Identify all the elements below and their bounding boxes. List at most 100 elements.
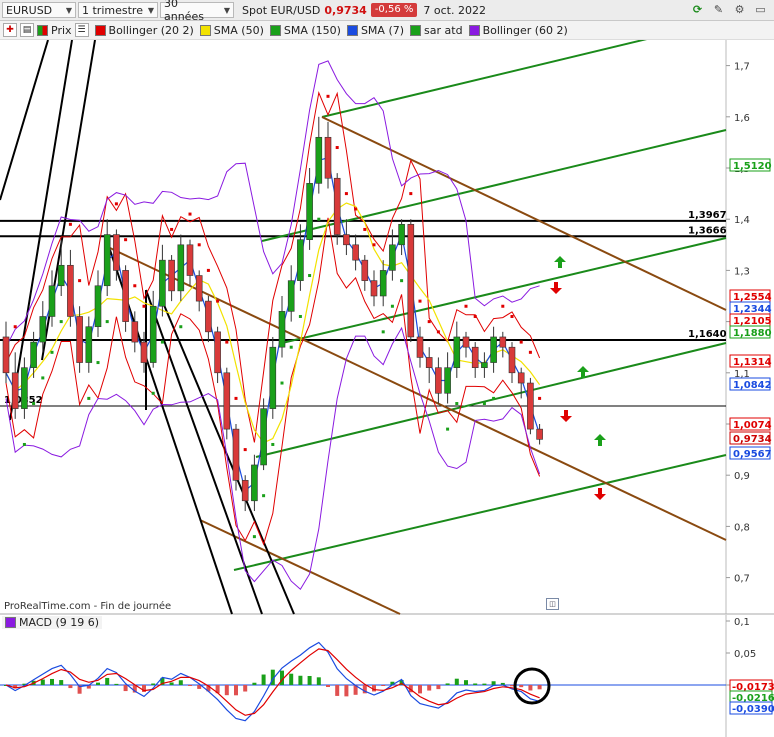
chevron-down-icon: ▼: [223, 5, 230, 15]
price-tag: 1,1880: [729, 325, 772, 339]
trendline: [0, 39, 49, 201]
sar-dot: [68, 222, 72, 226]
macd-pane: [0, 615, 726, 737]
toolbar: EURUSD ▼ 1 trimestre ▼ 30 années ▼ Spot EUR…: [0, 0, 774, 23]
indicator-item[interactable]: Bollinger (20 2): [94, 24, 194, 37]
candle-body: [251, 464, 258, 502]
indicator-label: Bollinger (60 2): [482, 23, 568, 37]
candle-body: [30, 341, 37, 368]
drawing-tool-icon[interactable]: ✎: [711, 2, 726, 17]
sar-dot: [519, 340, 523, 344]
candle-body: [232, 428, 240, 481]
range-select[interactable]: 30 années ▼: [160, 0, 234, 23]
indicator-bar: ✚ ▤ Prix ☰ Bollinger (20 2) SMA (50) SMA…: [0, 21, 774, 40]
macd-histogram-bar: [96, 682, 100, 685]
price-chart[interactable]: 1,71,61,51,41,31,21,110,90,80,71,39671,3…: [0, 0, 774, 737]
sar-dot: [105, 320, 109, 324]
sar-dot: [262, 494, 266, 498]
list-icon[interactable]: ☰: [74, 23, 89, 37]
candle-body: [379, 270, 387, 297]
macd-histogram-bar: [436, 685, 441, 690]
sar-dot: [216, 299, 220, 303]
sar-dot: [179, 325, 183, 329]
indicator-item[interactable]: SMA (50): [199, 24, 264, 37]
macd-histogram-bar: [261, 674, 266, 685]
tick-label: 1,6: [734, 113, 750, 124]
macd-histogram-bar: [418, 685, 422, 694]
sar-dot: [446, 427, 450, 431]
period-value: 1 trimestre: [82, 3, 143, 17]
sar-dot: [409, 192, 413, 196]
indicator-label: Prix: [51, 23, 72, 37]
indicator-label: SMA (7): [360, 23, 405, 37]
price-tag-text: 1,0074: [733, 420, 772, 431]
signal-down-arrow: [560, 410, 572, 422]
macd-histogram-bar: [243, 685, 248, 692]
macd-label: MACD (9 19 6): [19, 616, 100, 629]
tick-label: 0,9: [734, 471, 750, 482]
candle-body: [398, 224, 405, 246]
sar-dot: [78, 279, 82, 283]
add-indicator-icon[interactable]: ✚: [3, 23, 17, 37]
price-tag: 1,0842: [729, 377, 772, 391]
sar-dot: [13, 325, 17, 329]
candle-body: [177, 244, 185, 292]
price-tag-text: 1,2344: [733, 304, 772, 315]
macd-tick-label: 0,1: [734, 617, 750, 628]
candle-body: [287, 280, 295, 312]
indicator-item[interactable]: SMA (150): [269, 24, 341, 37]
symbol-value: EURUSD: [6, 3, 53, 17]
sar-dot: [298, 314, 302, 318]
candle-body: [352, 244, 359, 261]
candle-body: [333, 177, 341, 235]
candle-body: [462, 336, 470, 348]
candle-body: [2, 336, 10, 374]
change-badge: -0,56 %: [370, 3, 418, 17]
indicator-item[interactable]: SMA (7): [346, 23, 405, 37]
indicator-swatch: [468, 24, 480, 36]
sar-dot: [188, 212, 192, 216]
sar-dot: [354, 207, 358, 211]
candle-body: [471, 346, 479, 368]
macd-histogram-bar: [445, 683, 450, 685]
macd-histogram-bar: [289, 673, 294, 685]
indicator-price[interactable]: Prix: [37, 24, 72, 37]
price-tag-text: 1,5120: [733, 161, 772, 172]
candle-body: [517, 372, 525, 384]
macd-histogram-bar: [114, 683, 119, 685]
candle-body: [260, 408, 267, 466]
macd-histogram-bar: [59, 680, 64, 685]
tick-label: 1,7: [734, 62, 750, 73]
sar-dot: [96, 361, 100, 365]
candle-body: [527, 382, 534, 430]
sar-dot: [326, 94, 330, 98]
candle-body: [103, 234, 111, 287]
macd-histogram-bar: [151, 683, 156, 685]
indicator-item[interactable]: sar atd: [410, 24, 463, 37]
price-tag: 1,2344: [729, 301, 772, 315]
candle-body: [278, 311, 286, 348]
macd-histogram-bar: [491, 681, 496, 685]
trendline: [281, 237, 727, 344]
settings-icon[interactable]: ⚙: [732, 2, 747, 17]
candle-body: [343, 234, 350, 246]
refresh-icon[interactable]: ⟳: [690, 2, 705, 17]
macd-histogram-bar: [307, 675, 312, 685]
chevron-down-icon: ▼: [147, 5, 154, 15]
chart-type-icon[interactable]: ▤: [20, 23, 34, 37]
macd-tick-label: 0,05: [734, 649, 756, 660]
sar-dot: [427, 320, 431, 324]
symbol-select[interactable]: EURUSD ▼: [2, 2, 76, 18]
screenshot-icon[interactable]: ◫: [546, 598, 559, 610]
candle-body: [361, 259, 369, 281]
tick-label: 0,8: [734, 522, 750, 533]
sar-dot: [436, 330, 440, 334]
period-select[interactable]: 1 trimestre ▼: [78, 2, 158, 18]
sar-dot: [418, 299, 422, 303]
candle-body: [57, 264, 65, 287]
price-tag: 1,0074: [729, 417, 772, 431]
candle-body: [306, 183, 313, 240]
sar-dot: [197, 243, 201, 247]
indicator-item[interactable]: Bollinger (60 2): [468, 23, 568, 37]
window-icon[interactable]: ▭: [753, 2, 768, 17]
